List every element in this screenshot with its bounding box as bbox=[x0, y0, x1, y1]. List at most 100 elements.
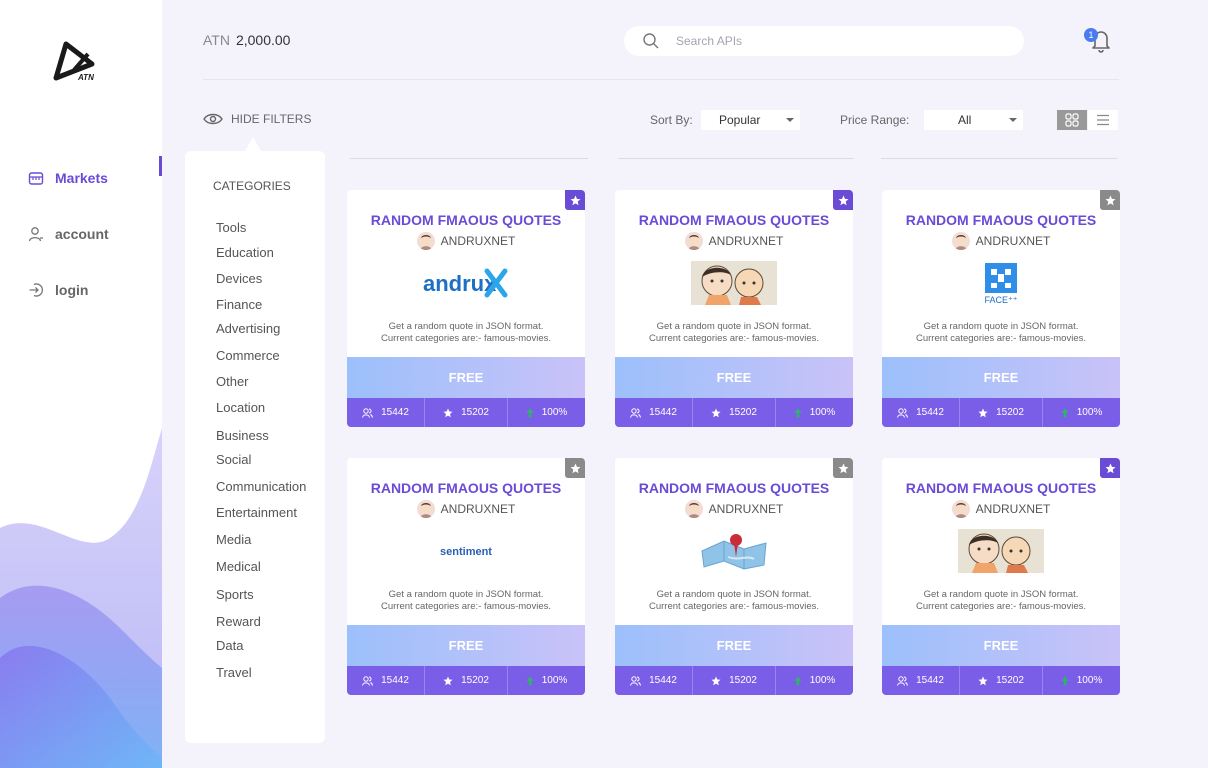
price-range-select[interactable]: All bbox=[924, 110, 1023, 130]
decorative-wave bbox=[0, 428, 162, 768]
map-pin-image bbox=[701, 534, 767, 570]
store-icon bbox=[28, 170, 44, 186]
category-item[interactable]: Communication bbox=[216, 479, 306, 494]
star-icon bbox=[978, 408, 988, 417]
sidebar-item-account[interactable]: account bbox=[0, 206, 162, 262]
card-stats: 15442 15202 100% bbox=[882, 398, 1120, 427]
favorite-button[interactable] bbox=[833, 190, 853, 210]
card-stats: 15442 15202 100% bbox=[347, 666, 585, 695]
api-card[interactable]: RANDOM FMAOUS QUOTES ANDRUXNET Get a rando… bbox=[615, 190, 853, 427]
card-price-button[interactable]: FREE bbox=[615, 357, 853, 398]
card-author-name: ANDRUXNET bbox=[975, 502, 1051, 516]
category-item[interactable]: Sports bbox=[216, 587, 254, 602]
stat-users: 15442 bbox=[615, 398, 692, 427]
card-author: ANDRUXNET bbox=[615, 232, 853, 250]
sort-select[interactable]: Popular bbox=[701, 110, 800, 130]
card-description-line: Get a random quote in JSON format. bbox=[656, 321, 812, 332]
category-item[interactable]: Other bbox=[216, 374, 249, 389]
stat-users-value: 15442 bbox=[381, 407, 409, 418]
api-card[interactable]: RANDOM FMAOUS QUOTES ANDRUXNET FACE⁺⁺ Get a… bbox=[882, 190, 1120, 427]
category-item[interactable]: Reward bbox=[216, 614, 261, 629]
card-stats: 15442 15202 100% bbox=[615, 398, 853, 427]
category-item[interactable]: Finance bbox=[216, 297, 262, 312]
category-item[interactable]: Commerce bbox=[216, 348, 280, 363]
category-item[interactable]: Entertainment bbox=[216, 505, 297, 520]
stat-users-value: 15442 bbox=[916, 675, 944, 686]
card-description: Get a random quote in JSON format. Curren… bbox=[347, 589, 585, 613]
eye-icon bbox=[203, 113, 223, 125]
uptime-icon bbox=[526, 408, 534, 417]
card-author-name: ANDRUXNET bbox=[975, 234, 1051, 248]
category-item[interactable]: Devices bbox=[216, 271, 262, 286]
star-icon bbox=[443, 408, 453, 417]
stat-users-value: 15442 bbox=[649, 407, 677, 418]
users-icon bbox=[362, 675, 374, 686]
card-description-line: Get a random quote in JSON format. bbox=[388, 321, 544, 332]
api-card[interactable]: RANDOM FMAOUS QUOTES ANDRUXNET andrux Get a… bbox=[347, 190, 585, 427]
stat-users-value: 15442 bbox=[916, 407, 944, 418]
stat-uptime-value: 100% bbox=[541, 675, 568, 686]
favorite-button[interactable] bbox=[565, 458, 585, 478]
stat-users-value: 15442 bbox=[381, 675, 409, 686]
category-item[interactable]: Social bbox=[216, 452, 251, 467]
card-price-button[interactable]: FREE bbox=[882, 357, 1120, 398]
stat-users-value: 15442 bbox=[649, 675, 677, 686]
favorite-button[interactable] bbox=[1100, 458, 1120, 478]
card-author-name: ANDRUXNET bbox=[708, 234, 784, 248]
category-item[interactable]: Travel bbox=[216, 665, 252, 680]
cartoon-couple-image bbox=[691, 261, 777, 305]
stat-stars: 15202 bbox=[424, 666, 507, 695]
stat-users: 15442 bbox=[882, 666, 959, 695]
category-item[interactable]: Data bbox=[216, 638, 243, 653]
sidebar-item-markets[interactable]: Markets bbox=[0, 150, 162, 206]
stat-users: 15442 bbox=[347, 398, 424, 427]
atn-logo[interactable]: ATN bbox=[52, 40, 100, 82]
category-item[interactable]: Education bbox=[216, 245, 274, 260]
card-description-line: Current categories are:- famous-movies. bbox=[648, 333, 819, 344]
card-price-button[interactable]: FREE bbox=[615, 625, 853, 666]
category-item[interactable]: Tools bbox=[216, 220, 246, 235]
api-card[interactable]: RANDOM FMAOUS QUOTES ANDRUXNET Get a rando… bbox=[882, 458, 1120, 695]
card-author-name: ANDRUXNET bbox=[708, 502, 784, 516]
card-logo: FACE⁺⁺ bbox=[882, 260, 1120, 306]
api-card[interactable]: RANDOM FMAOUS QUOTES ANDRUXNET Get a rando… bbox=[615, 458, 853, 695]
uptime-icon bbox=[1061, 408, 1069, 417]
balance-currency: ATN bbox=[203, 32, 230, 48]
uptime-icon bbox=[794, 408, 802, 417]
notification-badge: 1 bbox=[1084, 28, 1098, 42]
star-icon bbox=[711, 676, 721, 685]
stat-uptime: 100% bbox=[775, 666, 853, 695]
users-icon bbox=[630, 407, 642, 418]
filter-panel-pointer bbox=[245, 137, 261, 151]
uptime-icon bbox=[1061, 676, 1069, 685]
category-item[interactable]: Media bbox=[216, 532, 251, 547]
list-view-toggle[interactable] bbox=[1088, 110, 1118, 130]
card-description: Get a random quote in JSON format. Curren… bbox=[615, 321, 853, 345]
favorite-button[interactable] bbox=[833, 458, 853, 478]
card-price-button[interactable]: FREE bbox=[347, 625, 585, 666]
avatar bbox=[684, 500, 703, 518]
hide-filters-button[interactable]: HIDE FILTERS bbox=[203, 112, 311, 126]
card-description-line: Get a random quote in JSON format. bbox=[656, 589, 812, 600]
category-item[interactable]: Advertising bbox=[216, 321, 280, 336]
category-item[interactable]: Business bbox=[216, 428, 269, 443]
favorite-button[interactable] bbox=[1100, 190, 1120, 210]
category-item[interactable]: Location bbox=[216, 400, 265, 415]
search-bar[interactable] bbox=[624, 26, 1024, 56]
sidebar-item-label: account bbox=[55, 226, 109, 242]
card-price-button[interactable]: FREE bbox=[347, 357, 585, 398]
sidebar-item-login[interactable]: login bbox=[0, 262, 162, 318]
card-price-button[interactable]: FREE bbox=[882, 625, 1120, 666]
card-author: ANDRUXNET bbox=[347, 500, 585, 518]
card-author: ANDRUXNET bbox=[882, 500, 1120, 518]
category-item[interactable]: Medical bbox=[216, 559, 261, 574]
stat-uptime-value: 100% bbox=[1076, 675, 1103, 686]
grid-view-toggle[interactable] bbox=[1057, 110, 1087, 130]
favorite-button[interactable] bbox=[565, 190, 585, 210]
stat-uptime-value: 100% bbox=[809, 675, 836, 686]
api-card[interactable]: RANDOM FMAOUS QUOTES ANDRUXNET sentiment Ge… bbox=[347, 458, 585, 695]
chevron-down-icon bbox=[786, 118, 794, 122]
card-stats: 15442 15202 100% bbox=[347, 398, 585, 427]
search-input[interactable] bbox=[676, 34, 996, 48]
card-description-line: Get a random quote in JSON format. bbox=[923, 321, 1079, 332]
